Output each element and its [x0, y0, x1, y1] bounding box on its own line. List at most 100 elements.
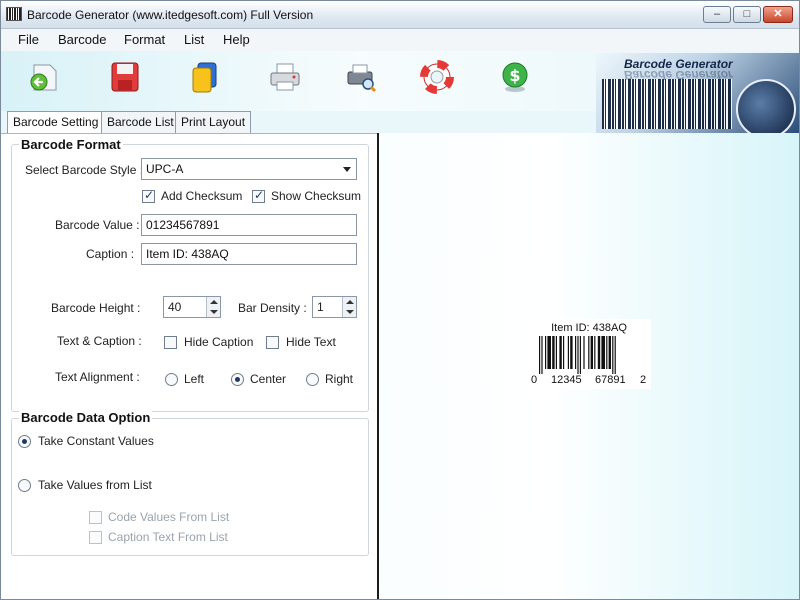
- barcode-height-label: Barcode Height :: [51, 301, 141, 315]
- menu-list[interactable]: List: [184, 32, 204, 47]
- barcode-bar: [583, 336, 585, 369]
- tab-print-layout[interactable]: Print Layout: [175, 111, 252, 133]
- minimize-button[interactable]: –: [703, 6, 731, 23]
- barcode-bar: [590, 336, 593, 369]
- help-button[interactable]: [417, 57, 457, 97]
- globe-icon: [736, 79, 796, 133]
- barcode-bar: [579, 336, 581, 374]
- barcode-digits-left: 12345: [551, 374, 582, 386]
- hide-text-checkbox[interactable]: [266, 336, 279, 349]
- print-button[interactable]: [265, 57, 305, 97]
- code-values-from-list-checkbox[interactable]: [89, 511, 102, 524]
- barcode-bar: [588, 336, 590, 369]
- barcode-bars: [539, 336, 616, 374]
- barcode-digits-right: 67891: [595, 374, 626, 386]
- maximize-button[interactable]: □: [733, 6, 761, 23]
- hide-text-label: Hide Text: [286, 335, 336, 349]
- barcode-bar: [555, 336, 557, 369]
- barcode-bar: [601, 336, 605, 369]
- barcode-digit-check: 2: [640, 374, 647, 386]
- align-center-radio[interactable]: [231, 373, 244, 386]
- show-checksum-checkbox[interactable]: [252, 188, 265, 203]
- barcode-bar: [547, 336, 551, 369]
- barcode-bar: [539, 336, 541, 374]
- buy-button[interactable]: $: [495, 57, 535, 97]
- barcode-digit-system: 0: [531, 374, 538, 386]
- save-icon: [111, 62, 139, 92]
- text-caption-label: Text & Caption :: [57, 334, 142, 348]
- menu-file[interactable]: File: [18, 32, 39, 47]
- print-preview-icon: [347, 64, 377, 93]
- barcode-bar: [570, 336, 573, 369]
- barcode-preview-area: Item ID: 438AQ 0 12345 67891 2: [379, 133, 799, 599]
- stepper-buttons[interactable]: [342, 297, 356, 317]
- show-checksum-label: Show Checksum: [271, 189, 362, 203]
- barcode-bar: [612, 336, 614, 374]
- constant-values-radio[interactable]: [18, 435, 31, 448]
- text-alignment-label: Text Alignment :: [55, 370, 140, 384]
- banner-title-reflection: Barcode Generator: [624, 68, 733, 82]
- barcode-bar: [597, 336, 601, 369]
- bar-density-stepper[interactable]: 1: [312, 296, 357, 318]
- banner-logo: Barcode Generator Barcode Generator: [596, 53, 799, 133]
- constant-values-label: Take Constant Values: [38, 434, 154, 448]
- svg-text:$: $: [509, 66, 520, 85]
- back-button[interactable]: [23, 57, 63, 97]
- chevron-down-icon: [343, 167, 351, 172]
- values-from-list-label: Take Values from List: [38, 478, 152, 492]
- print-icon: [270, 63, 300, 91]
- copy-button[interactable]: [185, 57, 225, 97]
- menu-format[interactable]: Format: [124, 32, 165, 47]
- copy-icon: [192, 62, 217, 93]
- barcode-bar: [606, 336, 608, 369]
- hide-caption-label: Hide Caption: [184, 335, 254, 349]
- save-button[interactable]: [105, 57, 145, 97]
- align-center-label: Center: [250, 372, 287, 386]
- barcode-bar: [567, 336, 569, 369]
- barcode-bar: [575, 336, 577, 369]
- add-checksum-checkbox[interactable]: [142, 188, 155, 203]
- tab-barcode-list[interactable]: Barcode List: [101, 111, 180, 133]
- barcode-format-title: Barcode Format: [19, 137, 123, 152]
- print-preview-button[interactable]: [341, 57, 381, 97]
- barcode-bar: [552, 336, 555, 369]
- barcode-value-input[interactable]: 01234567891: [141, 214, 357, 236]
- barcode-style-select[interactable]: UPC-A: [141, 158, 357, 180]
- align-left-radio[interactable]: [165, 373, 178, 386]
- close-button[interactable]: ✕: [763, 6, 793, 23]
- bar-density-label: Bar Density :: [238, 301, 307, 315]
- barcode-caption-text: Item ID: 438AQ: [551, 322, 627, 334]
- barcode-bar: [608, 336, 611, 369]
- menu-barcode[interactable]: Barcode: [58, 32, 106, 47]
- barcode-height-stepper[interactable]: 40: [163, 296, 221, 318]
- align-right-radio[interactable]: [306, 373, 319, 386]
- barcode-preview: Item ID: 438AQ 0 12345 67891 2: [527, 319, 651, 389]
- align-left-label: Left: [184, 372, 205, 386]
- barcode-app-icon: [6, 7, 22, 21]
- barcode-style-value: UPC-A: [146, 162, 184, 176]
- align-right-label: Right: [325, 372, 354, 386]
- buy-icon: $: [502, 62, 528, 92]
- tab-barcode-setting[interactable]: Barcode Setting: [7, 111, 105, 134]
- help-lifebuoy-icon: [420, 60, 454, 94]
- stepper-buttons[interactable]: [206, 297, 220, 317]
- menu-help[interactable]: Help: [223, 32, 250, 47]
- arrow-down-icon: [210, 310, 218, 314]
- caption-label: Caption :: [86, 247, 135, 261]
- bar-density-value: 1: [317, 300, 324, 314]
- code-values-from-list-label: Code Values From List: [108, 510, 230, 524]
- banner-barcode-graphic: [602, 79, 732, 129]
- barcode-bar: [563, 336, 565, 369]
- caption-text-from-list-checkbox[interactable]: [89, 531, 102, 544]
- arrow-up-icon: [346, 300, 354, 304]
- menu-bar: File Barcode Format List Help: [1, 29, 799, 51]
- window-title: Barcode Generator (www.itedgesoft.com) F…: [27, 8, 314, 22]
- hide-caption-checkbox[interactable]: [164, 336, 177, 349]
- back-icon: [30, 64, 57, 91]
- caption-input[interactable]: Item ID: 438AQ: [141, 243, 357, 265]
- values-from-list-radio[interactable]: [18, 479, 31, 492]
- add-checksum-label: Add Checksum: [161, 189, 243, 203]
- barcode-bar: [541, 336, 543, 374]
- barcode-bar: [594, 336, 596, 369]
- barcode-bar: [559, 336, 562, 369]
